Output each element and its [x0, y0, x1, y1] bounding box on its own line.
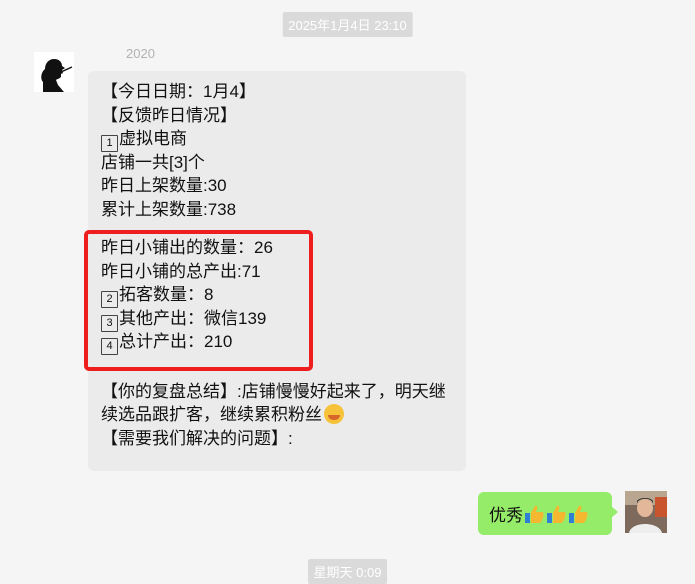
- message-line: 【今日日期：1月4】: [101, 82, 256, 101]
- message-line: 【需要我们解决的问题】:: [101, 428, 293, 448]
- silhouette-icon: [34, 52, 74, 92]
- thumbs-up-icon: [569, 505, 588, 523]
- timestamp-bottom: 星期天 0:09: [307, 559, 388, 584]
- message-line-text: 虚拟电商: [119, 129, 187, 148]
- message-line: 昨日上架数量:30: [101, 176, 227, 195]
- message-line: 1 虚拟电商: [101, 127, 446, 152]
- self-avatar[interactable]: [625, 491, 667, 533]
- message-line-text: 续选品跟扩客，继续累积粉丝: [101, 405, 322, 424]
- timestamp-top: 2025年1月4日 23:10: [282, 12, 413, 37]
- highlight-box: [84, 230, 313, 371]
- message-line: 续选品跟扩客，继续累积粉丝: [101, 403, 446, 427]
- message-line: 店铺一共[3]个: [101, 152, 205, 172]
- message-line: 【反馈昨日情况】: [101, 105, 237, 125]
- message-text: 优秀: [489, 506, 523, 525]
- thumbs-up-icon: [525, 505, 544, 523]
- hot-face-emoji-icon: [324, 404, 344, 424]
- message-line: 累计上架数量:738: [101, 199, 237, 219]
- message-bubble-outgoing[interactable]: 优秀: [478, 492, 618, 535]
- thumbs-up-icon: [547, 505, 566, 523]
- sender-name: 2020: [126, 46, 155, 61]
- user-photo-icon: [625, 491, 667, 533]
- message-line: 【你的复盘总结】:店铺慢慢好起来了，明天继: [101, 381, 446, 401]
- number-1-icon: 1: [101, 135, 118, 152]
- contact-avatar[interactable]: [34, 52, 74, 92]
